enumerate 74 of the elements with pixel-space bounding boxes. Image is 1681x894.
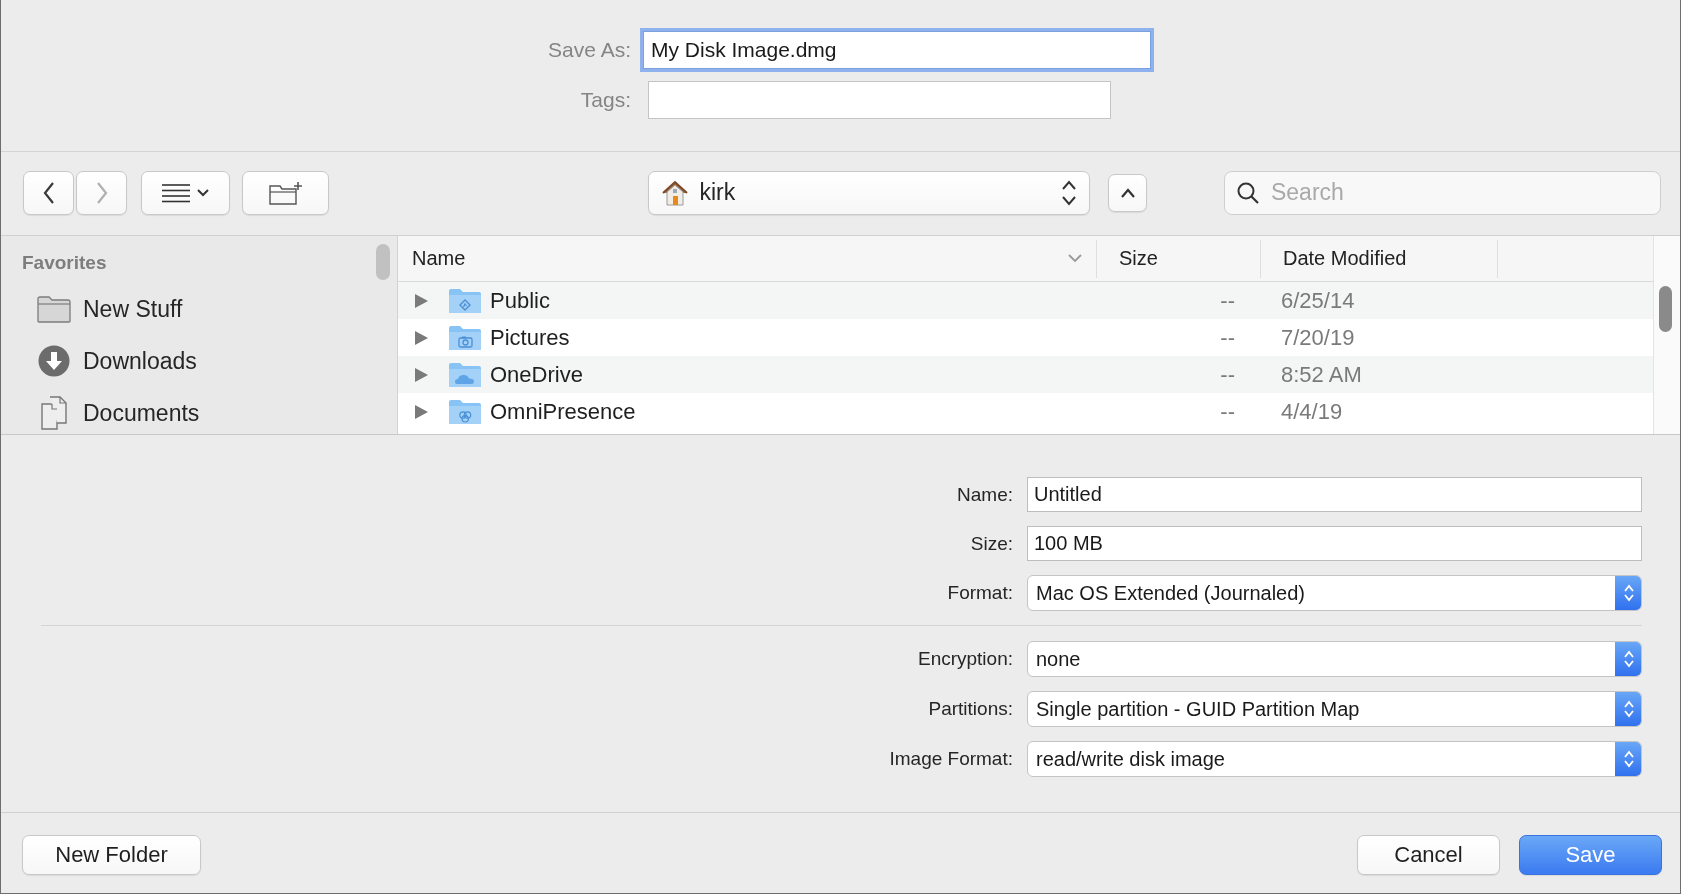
disclosure-triangle-icon [414,366,429,383]
disclosure-triangle-icon [414,403,429,420]
disclosure-triangle-icon [414,329,429,346]
file-size: -- [1219,361,1236,388]
disclosure-triangle-icon [414,292,429,309]
folder-icon [448,287,482,314]
folder-icon [448,398,482,425]
sidebar-item[interactable]: Downloads [1,335,209,387]
documents-icon [40,396,68,430]
folder-icon [37,295,71,323]
stepper-icon [1615,576,1641,610]
tags-label: Tags: [580,88,631,112]
popup-button[interactable]: Mac OS Extended (Journaled) [1027,575,1642,611]
sidebar-section-title: Favorites [21,251,107,275]
file-date: 8:52 AM [1280,361,1362,388]
sidebar-item[interactable]: New Stuff [1,283,195,335]
new-folder-button[interactable] [241,170,330,215]
field-label: Name: [957,483,1013,506]
file-date: 4/4/19 [1280,398,1343,425]
list-icon [161,182,192,203]
search-field[interactable]: Search [1224,170,1661,215]
column-header[interactable]: Name [398,239,1097,278]
stepper-icon [1615,642,1641,676]
field-label: Size: [970,532,1013,555]
back-button[interactable] [23,170,74,215]
file-row[interactable]: OmniPresence -- 4/4/19 [398,393,1653,430]
file-row[interactable]: Pictures -- 7/20/19 [398,319,1653,356]
field-label: Format: [947,582,1013,604]
forward-chevron-icon [94,180,109,205]
column-header[interactable]: Size [1097,239,1261,278]
up-down-chevron-icon [1061,178,1078,207]
up-chevron-icon [1119,187,1136,198]
view-mode-button[interactable] [141,170,230,215]
field-label: Image Format: [889,748,1013,770]
file-name: OmniPresence [490,398,636,425]
popup-button[interactable]: none [1027,641,1642,677]
file-name: Public [490,287,550,314]
sort-chevron-icon [1068,254,1082,263]
file-size: -- [1219,287,1236,314]
field-label: Encryption: [917,648,1013,670]
location-popup[interactable]: kirk [648,170,1091,215]
stepper-icon [1615,692,1641,726]
folder-icon [448,324,482,351]
caret-icon [197,188,210,197]
folder-icon [448,361,482,388]
sidebar-item[interactable]: Documents [1,387,212,434]
dialog-button[interactable]: New Folder [22,835,201,875]
field-label: Partitions: [928,698,1013,720]
stepper-icon [1615,742,1641,776]
search-icon [1236,180,1260,205]
file-date: 7/20/19 [1280,324,1355,351]
folder-plus-icon [268,180,303,205]
file-row[interactable]: Public -- 6/25/14 [398,282,1653,319]
popup-button[interactable]: read/write disk image [1027,741,1642,777]
dialog-button[interactable]: Cancel [1357,835,1500,875]
text-field[interactable]: 100 MB [1027,526,1642,561]
tags-field[interactable] [648,81,1111,119]
download-icon [38,345,70,377]
file-date: 6/25/14 [1280,287,1355,314]
file-size: -- [1219,398,1236,425]
enclosing-folder-button[interactable] [1108,173,1147,212]
text-field[interactable]: Untitled [1027,477,1642,512]
file-size: -- [1219,324,1236,351]
back-chevron-icon [41,180,56,205]
save-as-label: Save As: [548,38,631,62]
column-header[interactable]: Date Modified [1261,239,1498,278]
popup-button[interactable]: Single partition - GUID Partition Map [1027,691,1642,727]
scrollbar-thumb[interactable] [1659,286,1672,332]
house-icon [661,178,690,207]
file-name: OneDrive [490,361,583,388]
scrollbar-thumb[interactable] [376,244,390,280]
file-name: Pictures [490,324,570,351]
save-as-field[interactable]: My Disk Image.dmg [643,31,1151,69]
file-row[interactable]: OneDrive -- 8:52 AM [398,356,1653,393]
